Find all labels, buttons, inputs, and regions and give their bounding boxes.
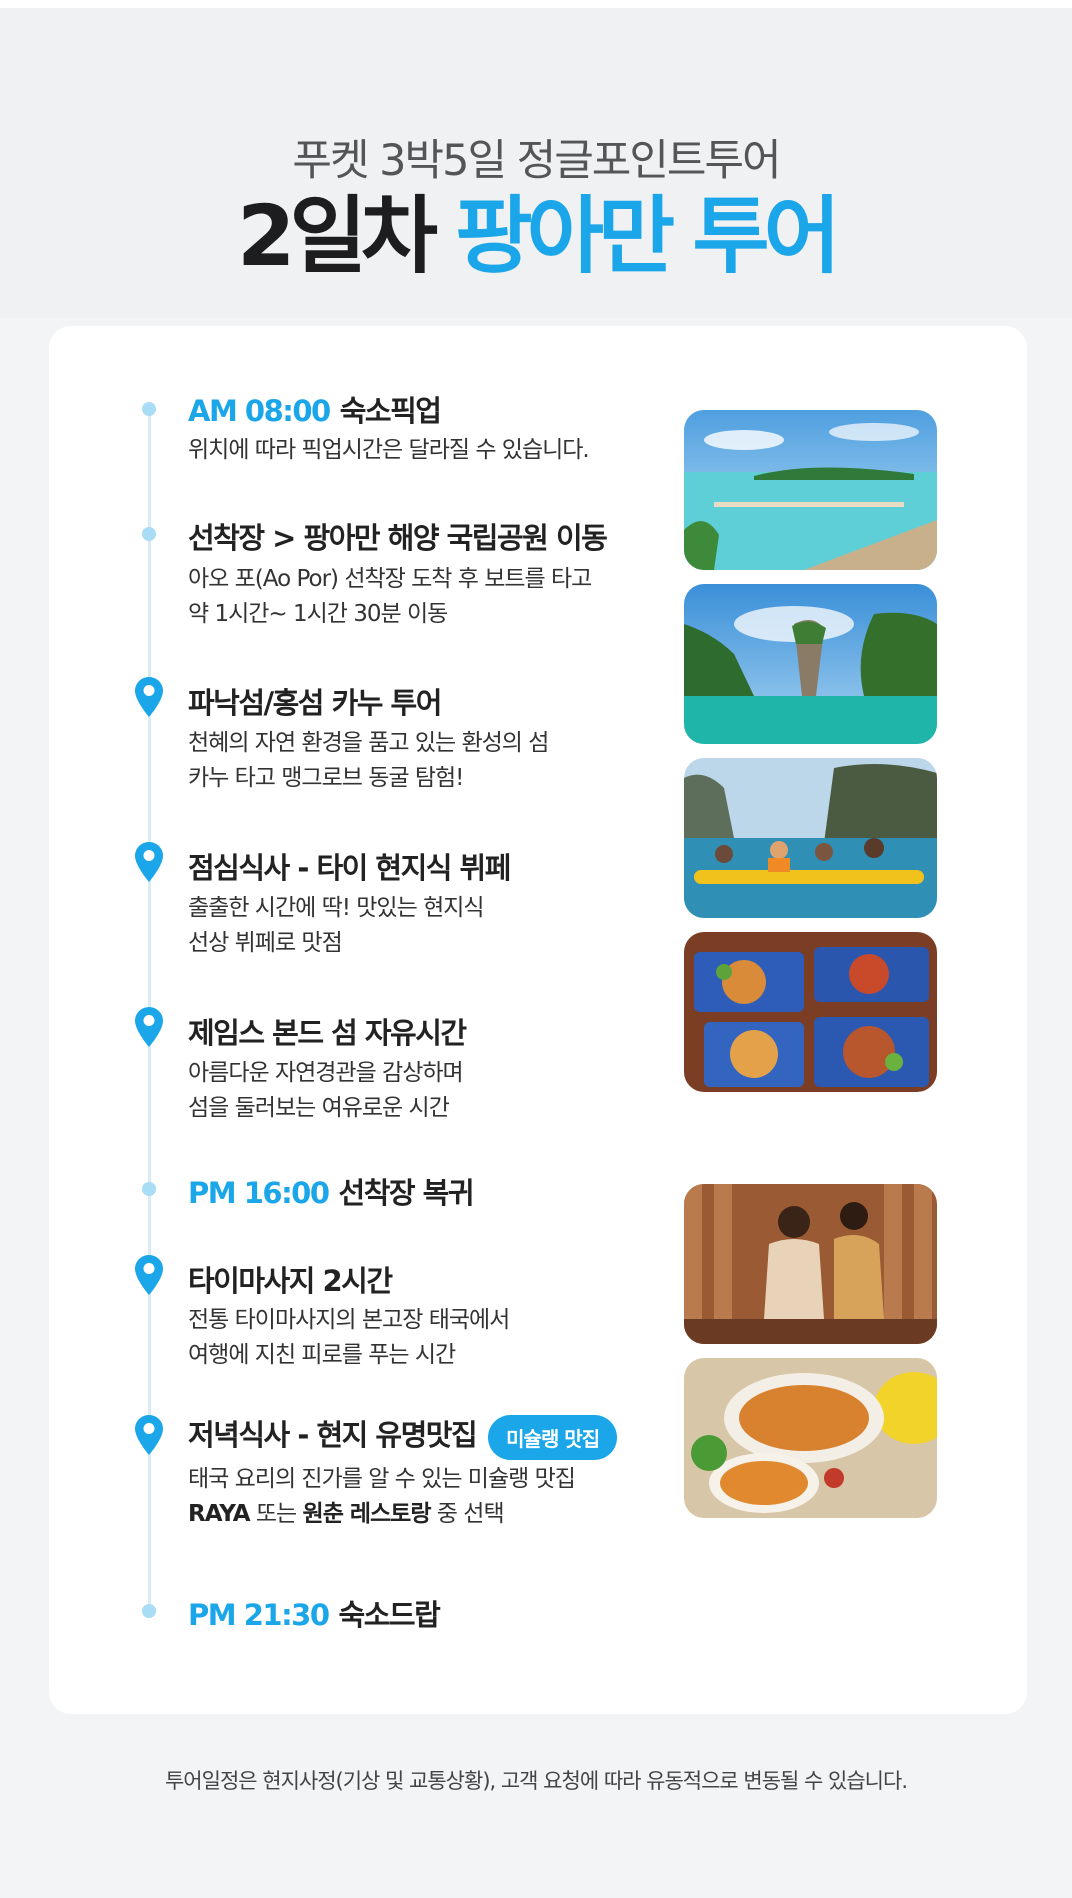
dinner-dish-photo [684,1358,937,1518]
day-label: 2일차 [237,187,438,285]
tour-name: 팡아만 투어 [455,187,841,285]
schedule-item-title: 타이마사지 2시간 [188,1264,393,1298]
thai-massage-photo [684,1184,937,1344]
james-bond-island-photo [684,584,937,744]
location-pin-icon [135,1007,163,1047]
schedule-item-title: 선착장 > 팡아만 해양 국립공원 이동 [188,521,608,555]
timeline-dot [142,1182,156,1196]
location-pin-icon [135,842,163,882]
canoe-tour-photo [684,758,937,918]
location-pin-icon [135,1255,163,1295]
schedule-item-desc: 아름다운 자연경관을 감상하며 [188,1060,464,1086]
schedule-item-desc: 카누 타고 맹그로브 동굴 탐험! [188,765,464,791]
schedule-item-title: PM 16:00 선착장 복귀 [188,1176,475,1210]
schedule-time: AM 08:00 [188,394,331,428]
schedule-time: PM 21:30 [188,1598,330,1632]
timeline-dot [142,1604,156,1618]
schedule-item-desc: 선상 뷔페로 맛점 [188,930,343,956]
location-pin-icon [135,1415,163,1455]
timeline-dot [142,402,156,416]
schedule-item-title: PM 21:30 숙소드랍 [188,1598,441,1632]
tour-subtitle: 푸켓 3박5일 정글포인트투어 [292,136,781,186]
schedule-item-desc: 태국 요리의 진가를 알 수 있는 미슐랭 맛집 [188,1466,576,1492]
schedule-item-desc: RAYA 또는 원춘 레스토랑 중 선택 [188,1501,505,1527]
location-pin-icon [135,677,163,717]
schedule-item-desc: 섬을 둘러보는 여유로운 시간 [188,1095,450,1121]
schedule-item-desc: 여행에 지친 피로를 푸는 시간 [188,1342,456,1368]
page-title: 2일차 팡아만 투어 [0,188,1072,284]
footer-note: 투어일정은 현지사정(기상 및 교통상황), 고객 요청에 따라 유동적으로 변… [164,1769,908,1793]
schedule-item-title: 점심식사 - 타이 현지식 뷔페 [188,851,511,885]
schedule-item-desc: 천혜의 자연 환경을 품고 있는 환성의 섬 [188,730,549,756]
schedule-item-title: 파낙섬/홍섬 카누 투어 [188,686,442,720]
schedule-item-desc: 전통 타이마사지의 본고장 태국에서 [188,1307,510,1333]
page-header: 푸켓 3박5일 정글포인트투어 2일차 팡아만 투어 [0,0,1072,318]
schedule-item-title: 저녁식사 - 현지 유명맛집 미슐랭 맛집 [188,1412,618,1460]
schedule-item-title: 제임스 본드 섬 자유시간 [188,1016,467,1050]
schedule-item-desc: 아오 포(Ao Por) 선착장 도착 후 보트를 타고 [188,566,592,592]
schedule-item-desc: 약 1시간~ 1시간 30분 이동 [188,601,448,627]
schedule-item-title: AM 08:00 숙소픽업 [188,394,442,428]
schedule-item-desc: 출출한 시간에 딱! 맛있는 현지식 [188,895,485,921]
island-pier-photo [684,410,937,570]
schedule-item-desc: 위치에 따라 픽업시간은 달라질 수 있습니다. [188,437,590,463]
michelin-badge: 미슐랭 맛집 [488,1414,618,1460]
timeline-dot [142,527,156,541]
buffet-food-photo [684,932,937,1092]
schedule-time: PM 16:00 [188,1176,330,1210]
